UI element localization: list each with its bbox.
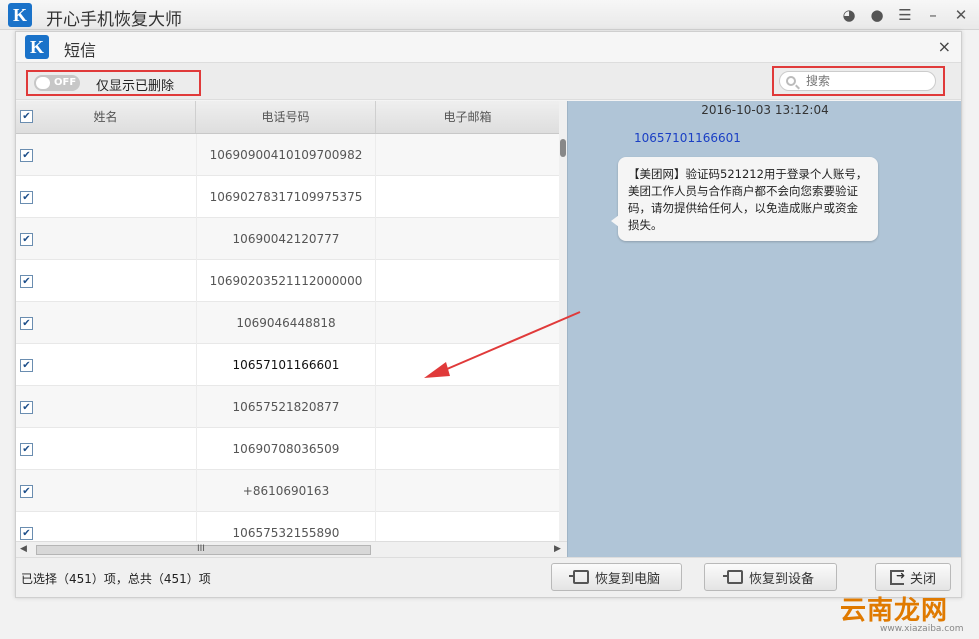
- close-button-label: 关闭: [909, 571, 936, 587]
- table-row[interactable]: ✔ 10690042120777: [16, 218, 559, 260]
- selection-status: 已选择（451）项，总共（451）项: [21, 572, 211, 586]
- message-sender: 10657101166601: [634, 131, 741, 145]
- phone-cell: 10690900410109700982: [196, 134, 376, 176]
- column-header-phone[interactable]: 电话号码: [196, 101, 376, 133]
- search-icon: [786, 76, 796, 86]
- restore-to-device-button[interactable]: 恢复到设备: [704, 563, 837, 591]
- phone-cell: 10657521820877: [196, 386, 376, 428]
- table-row[interactable]: ✔ 10690708036509: [16, 428, 559, 470]
- window-controls: ◕ ● ☰ – ✕: [837, 4, 973, 26]
- close-button[interactable]: 关闭: [875, 563, 951, 591]
- column-header-name[interactable]: ✔ 姓名: [16, 101, 196, 133]
- toggle-state: OFF: [54, 77, 77, 88]
- table-body: ✔ 10690900410109700982 ✔ 10690278317109975…: [16, 134, 559, 554]
- toolbar: OFF 仅显示已删除: [16, 62, 961, 100]
- dialog-titlebar: K 短信 ×: [16, 32, 961, 62]
- app-logo-icon: K: [8, 3, 32, 27]
- row-checkbox[interactable]: ✔: [20, 485, 33, 498]
- deleted-only-filter: OFF 仅显示已删除: [26, 70, 201, 96]
- row-checkbox[interactable]: ✔: [20, 317, 33, 330]
- table-row[interactable]: ✔ 10690278317109975375: [16, 176, 559, 218]
- app-title: 开心手机恢复大师: [46, 10, 182, 30]
- deleted-only-toggle[interactable]: OFF: [34, 75, 80, 91]
- dialog-close-icon[interactable]: ×: [938, 37, 951, 56]
- row-checkbox[interactable]: ✔: [20, 443, 33, 456]
- vertical-scrollbar[interactable]: [559, 101, 567, 541]
- toggle-label: 仅显示已删除: [96, 79, 175, 94]
- row-checkbox[interactable]: ✔: [20, 191, 33, 204]
- table-row[interactable]: ✔ +8610690163: [16, 470, 559, 512]
- table-row-selected[interactable]: ✔ 10657101166601: [16, 344, 559, 386]
- phone-cell: 1069046448818: [196, 302, 376, 344]
- exit-icon: [889, 569, 905, 585]
- chat-icon[interactable]: ●: [865, 4, 889, 26]
- row-checkbox[interactable]: ✔: [20, 401, 33, 414]
- restore-to-pc-label: 恢复到电脑: [594, 571, 660, 587]
- phone-cell: 10690278317109975375: [196, 176, 376, 218]
- table-row[interactable]: ✔ 10690900410109700982: [16, 134, 559, 176]
- table-row[interactable]: ✔ 10657521820877: [16, 386, 559, 428]
- sms-dialog: K 短信 × OFF 仅显示已删除 ✔ 姓名 电话号码 电子邮箱 ✔ 106909…: [15, 31, 962, 598]
- column-header-name-label: 姓名: [93, 110, 118, 124]
- computer-icon: [568, 570, 589, 584]
- scroll-left-icon[interactable]: ◀: [20, 544, 27, 554]
- toggle-knob: [36, 77, 50, 89]
- menu-icon[interactable]: ☰: [893, 4, 917, 26]
- app-titlebar: K 开心手机恢复大师 ◕ ● ☰ – ✕: [0, 0, 979, 30]
- restore-to-device-label: 恢复到设备: [748, 571, 814, 587]
- table-row[interactable]: ✔ 10690203521112000000: [16, 260, 559, 302]
- watermark-url: www.xiazaiba.com: [880, 624, 964, 634]
- phone-cell: +8610690163: [196, 470, 376, 512]
- phone-cell: 10690042120777: [196, 218, 376, 260]
- row-checkbox[interactable]: ✔: [20, 527, 33, 540]
- table-row[interactable]: ✔ 1069046448818: [16, 302, 559, 344]
- phone-cell: 10657101166601: [196, 344, 376, 386]
- table-header: ✔ 姓名 电话号码 电子邮箱: [16, 101, 559, 134]
- search-input[interactable]: [779, 71, 936, 91]
- select-all-checkbox[interactable]: ✔: [20, 110, 33, 123]
- search-box: [772, 66, 945, 96]
- message-bubble: 【美团网】验证码521212用于登录个人账号，美团工作人员与合作商户都不会向您索…: [611, 157, 878, 241]
- message-pane: 2016-10-03 13:12:04 10657101166601 【美团网】…: [567, 101, 961, 557]
- scroll-right-icon[interactable]: ▶: [554, 544, 561, 554]
- contacts-table: ✔ 姓名 电话号码 电子邮箱 ✔ 10690900410109700982 ✔ 10…: [16, 101, 567, 557]
- footer: 已选择（451）项，总共（451）项 恢复到电脑 恢复到设备 关闭: [16, 557, 961, 597]
- scroll-grip: III: [197, 544, 205, 554]
- message-time: 2016-10-03 13:12:04: [701, 103, 829, 117]
- phone-cell: 10690203521112000000: [196, 260, 376, 302]
- close-window-icon[interactable]: ✕: [949, 4, 973, 26]
- row-checkbox[interactable]: ✔: [20, 233, 33, 246]
- column-header-email[interactable]: 电子邮箱: [376, 101, 559, 133]
- dialog-title: 短信: [64, 41, 97, 60]
- horizontal-scroll-thumb[interactable]: III: [36, 544, 371, 555]
- wechat-icon[interactable]: ◕: [837, 4, 861, 26]
- device-icon: [722, 570, 743, 584]
- restore-to-pc-button[interactable]: 恢复到电脑: [551, 563, 682, 591]
- horizontal-scrollbar[interactable]: ◀ III ▶: [16, 541, 567, 557]
- row-checkbox[interactable]: ✔: [20, 149, 33, 162]
- row-checkbox[interactable]: ✔: [20, 359, 33, 372]
- row-checkbox[interactable]: ✔: [20, 275, 33, 288]
- minimize-icon[interactable]: –: [921, 4, 945, 26]
- phone-cell: 10690708036509: [196, 428, 376, 470]
- watermark-logo: 云南龙网: [840, 596, 949, 626]
- dialog-logo-icon: K: [25, 35, 49, 59]
- vertical-scroll-thumb[interactable]: [560, 139, 566, 157]
